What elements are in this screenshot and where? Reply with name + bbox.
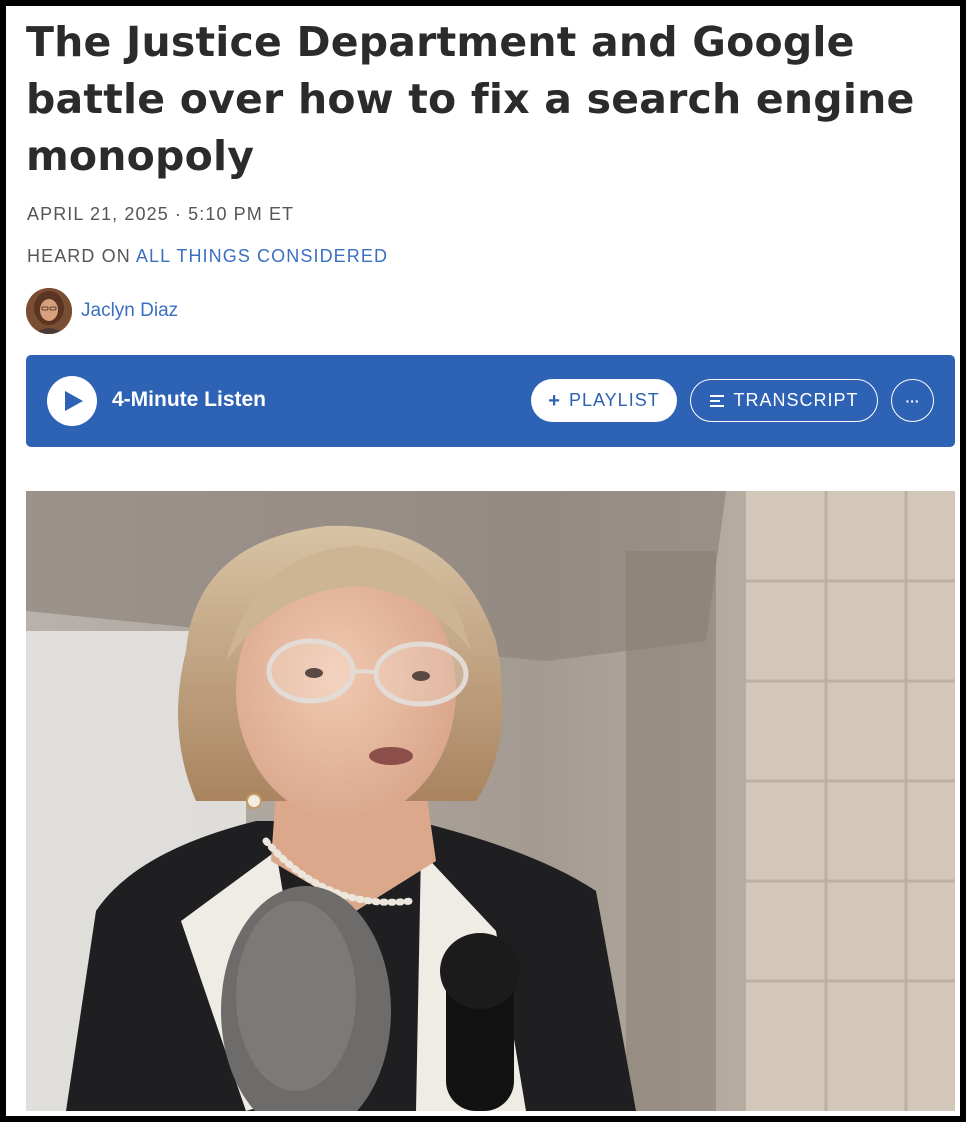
heard-on: HEARD ON ALL THINGS CONSIDERED (27, 246, 388, 267)
more-options-icon: ··· (905, 392, 920, 409)
author-avatar[interactable] (26, 288, 72, 334)
transcript-button[interactable]: TRANSCRIPT (690, 379, 878, 422)
author-link[interactable]: Jaclyn Diaz (81, 300, 178, 322)
dateline: APRIL 21, 2025 · 5:10 PM ET (27, 204, 295, 224)
heard-on-prefix: HEARD ON (27, 246, 131, 266)
audio-player: 4-Minute Listen + PLAYLIST TRANSCRIPT ··… (26, 355, 955, 447)
playlist-label: PLAYLIST (568, 390, 660, 410)
listen-duration: 4-Minute Listen (112, 388, 267, 411)
more-options-button[interactable]: ··· (891, 379, 934, 422)
transcript-lines-icon (710, 394, 725, 407)
plus-icon: + (548, 389, 561, 412)
headline: The Justice Department and Google battle… (26, 18, 915, 180)
article-page: The Justice Department and Google battle… (6, 6, 960, 1116)
transcript-label: TRANSCRIPT (733, 390, 859, 410)
lead-photo (26, 491, 955, 1111)
play-button[interactable] (47, 376, 97, 426)
byline: Jaclyn Diaz (26, 288, 178, 334)
show-link[interactable]: ALL THINGS CONSIDERED (136, 246, 388, 266)
add-to-playlist-button[interactable]: + PLAYLIST (531, 379, 677, 422)
play-icon (65, 391, 83, 411)
